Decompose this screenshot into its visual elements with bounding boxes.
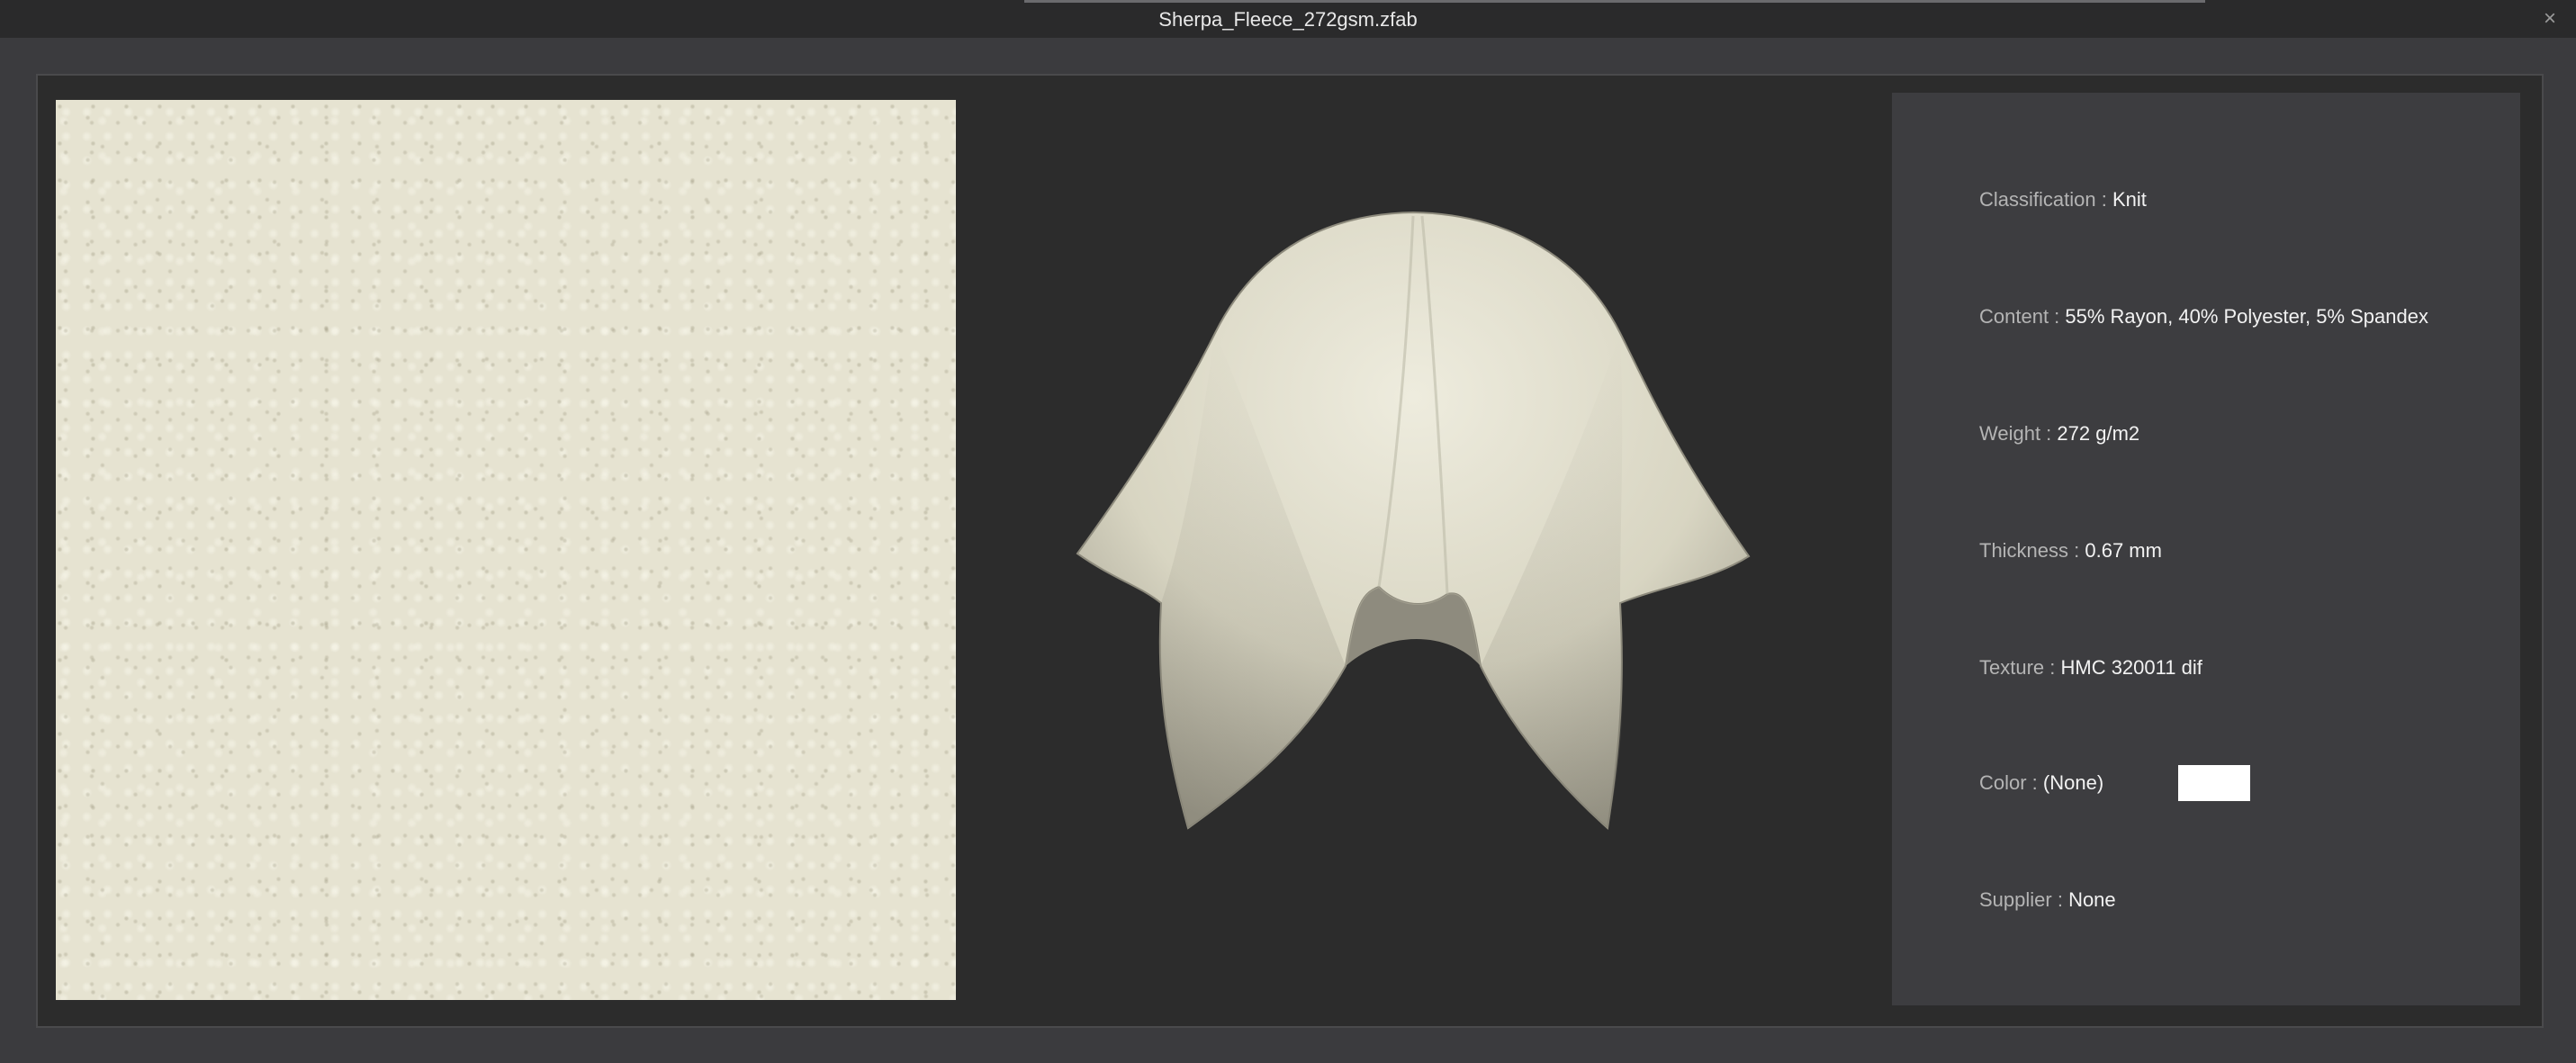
color-swatch[interactable]	[2178, 765, 2250, 801]
window-title: Sherpa_Fleece_272gsm.zfab	[1158, 8, 1418, 31]
weight-label: Weight :	[1979, 422, 2058, 445]
color-value: (None)	[2042, 771, 2104, 794]
texture-value: HMC 320011 dif	[2060, 656, 2202, 679]
fabric-texture-swatch	[56, 100, 956, 1000]
supplier-row: Supplier : None	[1979, 882, 2116, 918]
content-label: Content :	[1979, 305, 2066, 328]
title-bar: Sherpa_Fleece_272gsm.zfab ×	[0, 0, 2576, 38]
thickness-value: 0.67 mm	[2085, 539, 2162, 562]
weight-row: Weight : 272 g/m2	[1979, 416, 2139, 452]
texture-row: Texture : HMC 320011 dif	[1979, 650, 2202, 686]
color-label: Color :	[1979, 771, 2043, 794]
color-row: Color : (None)	[1979, 765, 2103, 801]
fabric-info-panel: Classification : Knit Content : 55% Rayo…	[1892, 93, 2520, 1005]
classification-value: Knit	[2112, 188, 2147, 211]
thickness-row: Thickness : 0.67 mm	[1979, 533, 2162, 569]
texture-label: Texture :	[1979, 656, 2061, 679]
content-row: Content : 55% Rayon, 40% Polyester, 5% S…	[1979, 299, 2428, 335]
supplier-value: None	[2068, 888, 2116, 911]
weight-value: 272 g/m2	[2057, 422, 2140, 445]
supplier-label: Supplier :	[1979, 888, 2069, 911]
content-value: 55% Rayon, 40% Polyester, 5% Spandex	[2065, 305, 2428, 328]
classification-row: Classification : Knit	[1979, 182, 2147, 218]
draped-fabric-preview	[1076, 211, 1751, 830]
close-icon[interactable]: ×	[2536, 5, 2563, 32]
thickness-label: Thickness :	[1979, 539, 2085, 562]
classification-label: Classification :	[1979, 188, 2112, 211]
